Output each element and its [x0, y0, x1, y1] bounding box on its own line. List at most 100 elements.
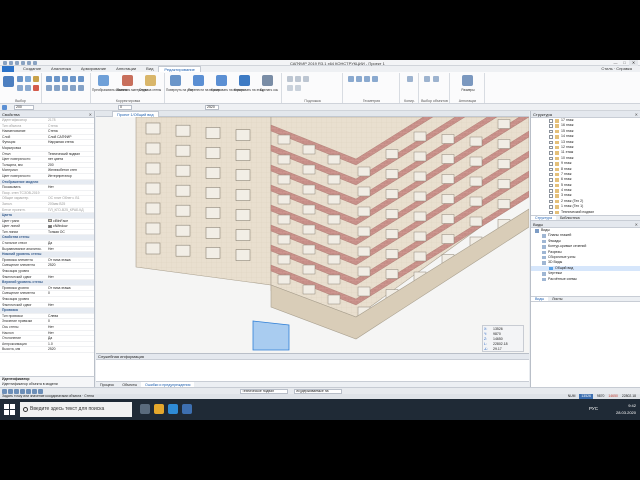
undo-icon[interactable] — [27, 61, 31, 65]
underlay-hide-icon[interactable] — [295, 85, 301, 91]
floor-visibility-checkbox[interactable] — [549, 183, 553, 188]
window — [235, 249, 251, 261]
underlay-icon[interactable] — [287, 76, 293, 82]
replace-materials-icon[interactable] — [122, 75, 133, 86]
floor-visibility-checkbox[interactable] — [549, 178, 553, 182]
floor-visibility-checkbox[interactable] — [549, 124, 553, 128]
save-icon[interactable] — [21, 61, 25, 65]
dimensions-button[interactable]: Размеры — [457, 88, 479, 92]
system-clock[interactable]: 9:42 28.03.2020 — [616, 402, 636, 416]
tab-views[interactable]: Виды — [531, 297, 549, 302]
geometry-arc-icon[interactable] — [364, 76, 370, 82]
lock-icon[interactable] — [33, 76, 39, 82]
sapfir-app-icon[interactable] — [182, 404, 192, 414]
floor-icon — [555, 210, 559, 215]
underlay-scale-icon[interactable] — [303, 76, 309, 82]
floor-visibility-checkbox[interactable] — [549, 189, 553, 193]
rotate-angle-button[interactable]: Повернуть на угол — [166, 88, 193, 92]
scale-icon[interactable] — [78, 85, 84, 91]
panel-close-icon[interactable]: ✕ — [89, 111, 92, 118]
copy-floor-icon[interactable] — [239, 75, 250, 86]
floor-item[interactable]: Технический подвал — [531, 210, 640, 215]
extend-icon[interactable] — [46, 85, 52, 91]
app-window: САПФИР 2019 R3.1 x64 КОНСТРУКЦИИ - Проек… — [0, 60, 640, 420]
array-icon[interactable] — [70, 85, 76, 91]
3d-viewport[interactable]: Z X:13526 Y:9870 Z:14650 L:22802.18 ∠:29… — [96, 117, 529, 353]
copy-icon[interactable] — [25, 85, 31, 91]
floor-visibility-checkbox[interactable] — [549, 135, 553, 139]
transform-objects-button[interactable]: Преобразовать объекты — [92, 88, 128, 92]
join-icon[interactable] — [62, 85, 68, 91]
delete-icon[interactable] — [33, 85, 39, 91]
move-version-button[interactable]: Перенести на версию — [188, 88, 220, 92]
select-filter-icon[interactable] — [25, 76, 31, 82]
new-file-icon[interactable] — [9, 61, 13, 65]
windows-start-icon[interactable] — [4, 404, 15, 415]
floor-visibility-checkbox[interactable] — [549, 162, 553, 166]
trim-icon[interactable] — [78, 76, 84, 82]
copy-version-icon[interactable] — [216, 75, 227, 86]
tray-lang[interactable]: РУС — [589, 406, 598, 411]
rotate-icon[interactable] — [54, 76, 60, 82]
thickness-field[interactable]: 200 — [14, 105, 34, 110]
floor-visibility-checkbox[interactable] — [549, 172, 553, 177]
align-icon[interactable] — [62, 76, 68, 82]
task-view-icon[interactable] — [140, 404, 150, 414]
mirror-icon[interactable] — [46, 76, 52, 82]
floor-visibility-checkbox[interactable] — [549, 156, 553, 161]
app-logo-icon[interactable] — [3, 61, 7, 65]
copy-version-button[interactable]: Копировать на версию — [211, 88, 244, 92]
copy-floor-button[interactable]: Копировать на этаж — [234, 88, 263, 92]
floor-visibility-checkbox[interactable] — [549, 205, 553, 209]
property-row[interactable]: Высота, мм 2520 — [0, 347, 94, 353]
structure-close-icon[interactable]: ✕ — [635, 111, 638, 118]
underlay-move-icon[interactable] — [295, 76, 301, 82]
browser-icon[interactable] — [168, 404, 178, 414]
property-value[interactable]: 2520 — [48, 347, 92, 352]
file-explorer-icon[interactable] — [154, 404, 164, 414]
floor-visibility-checkbox[interactable] — [549, 119, 553, 123]
view-item[interactable]: Расчётные схемы — [531, 277, 640, 282]
floor-visibility-checkbox[interactable] — [549, 129, 553, 134]
offset-field[interactable]: 0 — [118, 105, 132, 110]
floor-visibility-checkbox[interactable] — [549, 210, 553, 215]
rotate-angle-icon[interactable] — [170, 75, 181, 86]
clipboard-icon[interactable] — [407, 76, 413, 82]
geometry-line-icon[interactable] — [356, 76, 362, 82]
wall-finish-icon[interactable] — [145, 75, 156, 86]
geometry-polygon-icon[interactable] — [372, 76, 378, 82]
select-by-type-icon[interactable] — [433, 76, 439, 82]
floor-visibility-checkbox[interactable] — [549, 151, 553, 155]
make-axis-icon[interactable] — [262, 75, 273, 86]
open-file-icon[interactable] — [15, 61, 19, 65]
window — [385, 249, 399, 259]
height-field[interactable]: 2520 — [205, 105, 219, 110]
make-axis-button[interactable]: Сделать ось — [258, 88, 280, 92]
taskbar-search[interactable]: Введите здесь текст для поиска — [20, 402, 132, 417]
wall-finish-button[interactable]: Отделка стены — [139, 88, 161, 92]
select-window-icon[interactable] — [17, 76, 23, 82]
split-icon[interactable] — [54, 85, 60, 91]
floor-visibility-checkbox[interactable] — [549, 167, 553, 172]
tab-sheets[interactable]: Листы — [548, 297, 566, 301]
floor-visibility-checkbox[interactable] — [549, 140, 553, 145]
replace-materials-button[interactable]: Заменить материалы — [116, 88, 148, 92]
select-similar-icon[interactable] — [424, 76, 430, 82]
selected-wall[interactable] — [252, 320, 290, 351]
offset-icon[interactable] — [70, 76, 76, 82]
redo-icon[interactable] — [33, 61, 37, 65]
floor-visibility-checkbox[interactable] — [549, 199, 553, 204]
views-close-icon[interactable]: ✕ — [635, 221, 638, 228]
tab-structure[interactable]: Структура — [531, 216, 557, 221]
transform-objects-icon[interactable] — [98, 75, 109, 86]
geometry-point-icon[interactable] — [348, 76, 354, 82]
pointer-icon[interactable] — [2, 105, 7, 110]
dimensions-icon[interactable] — [462, 75, 473, 86]
move-icon[interactable] — [17, 85, 23, 91]
floor-visibility-checkbox[interactable] — [549, 145, 553, 150]
underlay-rotate-icon[interactable] — [287, 85, 293, 91]
floor-visibility-checkbox[interactable] — [549, 194, 553, 198]
select-arrow-icon[interactable] — [3, 76, 14, 87]
move-version-icon[interactable] — [193, 75, 204, 86]
tab-library[interactable]: Библиотека — [556, 216, 584, 220]
